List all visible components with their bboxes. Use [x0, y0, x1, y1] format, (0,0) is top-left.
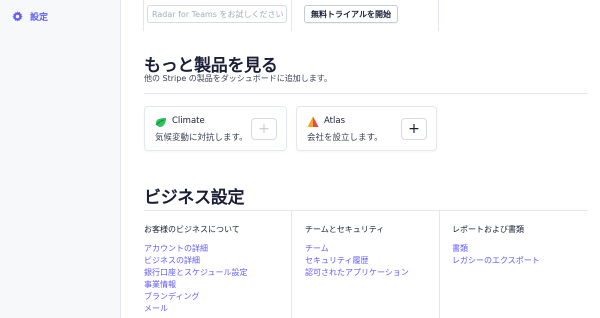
column-divider	[439, 211, 440, 318]
add-climate-button[interactable]: +	[251, 118, 277, 140]
plus-icon: +	[408, 121, 420, 137]
link-bank-accounts-scheduling[interactable]: 銀行口座とスケジュール設定	[144, 267, 247, 279]
product-description: 気候変動に対抗します。	[155, 133, 248, 143]
link-business-details[interactable]: ビジネスの詳細	[144, 255, 247, 267]
link-business-info[interactable]: 事業情報	[144, 279, 247, 291]
link-security-history[interactable]: セキュリティ履歴	[305, 255, 409, 267]
link-team[interactable]: チーム	[305, 243, 409, 255]
radar-trial-field[interactable]: Radar for Teams をお試しください	[147, 5, 287, 23]
section-divider	[144, 93, 588, 94]
link-legacy-exports[interactable]: レガシーのエクスポート	[452, 255, 540, 267]
add-atlas-button[interactable]: +	[401, 118, 427, 140]
top-divider-middle	[291, 0, 292, 31]
top-divider-right	[438, 0, 439, 31]
atlas-triangle-icon	[307, 116, 319, 127]
sidebar-item-label: 設定	[30, 12, 49, 23]
more-products-subtitle: 他の Stripe の製品をダッシュボードに追加します。	[144, 74, 333, 83]
product-description: 会社を設立します。	[307, 133, 383, 143]
column-title-reports-documents: レポートおよび書類	[452, 225, 524, 234]
top-divider-left	[143, 0, 144, 31]
column-divider	[291, 211, 292, 318]
section-divider	[144, 210, 588, 211]
product-card-atlas: Atlas 会社を設立します。 +	[296, 106, 437, 151]
product-name: Atlas	[324, 116, 345, 126]
sidebar: 設定	[0, 0, 121, 318]
link-email[interactable]: メール	[144, 303, 247, 315]
product-name: Climate	[172, 116, 205, 126]
link-authorized-applications[interactable]: 認可されたアプリケーション	[305, 267, 409, 279]
column-title-business: お客様のビジネスについて	[144, 225, 240, 234]
business-links: アカウントの詳細 ビジネスの詳細 銀行口座とスケジュール設定 事業情報 ブランデ…	[144, 243, 247, 315]
team-security-links: チーム セキュリティ履歴 認可されたアプリケーション	[305, 243, 409, 279]
link-documents[interactable]: 書類	[452, 243, 540, 255]
start-free-trial-button[interactable]: 無料トライアルを開始	[304, 5, 398, 23]
link-account-details[interactable]: アカウントの詳細	[144, 243, 247, 255]
business-settings-title: ビジネス設定	[144, 188, 245, 208]
link-branding[interactable]: ブランディング	[144, 291, 247, 303]
column-title-team-security: チームとセキュリティ	[305, 225, 385, 234]
product-card-climate: Climate 気候変動に対抗します。 +	[144, 106, 287, 151]
plus-icon: +	[258, 121, 270, 137]
gear-icon	[12, 10, 23, 22]
sidebar-item-settings[interactable]: 設定	[12, 8, 48, 24]
climate-leaf-icon	[155, 118, 166, 127]
reports-documents-links: 書類 レガシーのエクスポート	[452, 243, 540, 267]
